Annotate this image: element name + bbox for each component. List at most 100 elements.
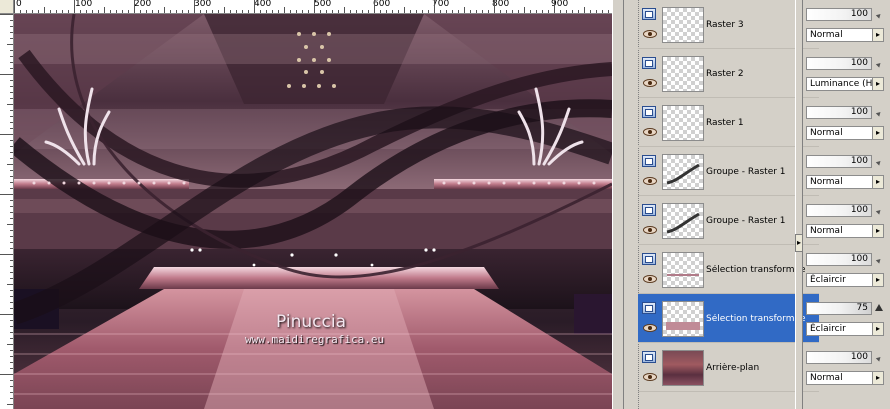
layer-row[interactable]: Sélection transformée xyxy=(638,294,819,343)
ruler-tick xyxy=(386,10,387,13)
ruler-tick xyxy=(10,242,13,243)
raster-layer-icon[interactable] xyxy=(642,106,656,118)
raster-layer-icon[interactable] xyxy=(642,253,656,265)
eye-icon[interactable] xyxy=(643,128,657,136)
layer-row[interactable]: Arrière-plan xyxy=(638,343,819,392)
ruler-label: 400 xyxy=(254,0,272,9)
ruler-tick xyxy=(170,10,171,13)
ruler-tick xyxy=(572,10,573,13)
opacity-handle-icon[interactable] xyxy=(875,12,883,19)
eye-icon[interactable] xyxy=(643,275,657,283)
image-canvas[interactable]: Pinuccia www.maidiregrafica.eu xyxy=(14,14,612,409)
opacity-slider[interactable]: 100 xyxy=(806,351,872,364)
opacity-handle-icon[interactable] xyxy=(875,257,883,264)
layer-row[interactable]: Groupe - Raster 1 xyxy=(638,147,819,196)
ruler-tick xyxy=(284,7,285,13)
ruler-tick xyxy=(10,86,13,87)
blend-mode-select[interactable]: Normal ▸ xyxy=(806,28,884,42)
blend-mode-select[interactable]: Normal ▸ xyxy=(806,175,884,189)
ruler-tick xyxy=(302,10,303,13)
ruler-tick xyxy=(10,62,13,63)
opacity-handle-icon[interactable] xyxy=(875,159,883,166)
chevron-right-icon[interactable]: ▸ xyxy=(872,274,883,286)
eye-icon[interactable] xyxy=(643,226,657,234)
ruler-tick xyxy=(596,10,597,13)
raster-layer-icon[interactable] xyxy=(642,351,656,363)
layer-row[interactable]: Sélection transformée xyxy=(638,245,819,294)
blend-mode-select[interactable]: Normal ▸ xyxy=(806,371,884,385)
raster-layer-icon[interactable] xyxy=(642,302,656,314)
opacity-slider[interactable]: 100 xyxy=(806,204,872,217)
ruler-tick xyxy=(374,0,375,13)
chevron-right-icon[interactable]: ▸ xyxy=(872,225,883,237)
opacity-slider[interactable]: 100 xyxy=(806,106,872,119)
layer-row[interactable]: Groupe - Raster 1 xyxy=(638,196,819,245)
eye-icon[interactable] xyxy=(643,79,657,87)
opacity-handle-icon[interactable] xyxy=(875,304,883,311)
ruler-tick xyxy=(494,0,495,13)
ruler-tick xyxy=(332,10,333,13)
raster-layer-icon[interactable] xyxy=(642,155,656,167)
ruler-tick xyxy=(7,344,13,345)
raster-layer-icon[interactable] xyxy=(642,8,656,20)
ruler-tick xyxy=(0,14,13,15)
opacity-value: 75 xyxy=(856,303,868,313)
chevron-right-icon[interactable]: ▸ xyxy=(872,323,883,335)
raster-layer-icon[interactable] xyxy=(642,57,656,69)
eye-icon[interactable] xyxy=(643,30,657,38)
chevron-right-icon[interactable]: ▸ xyxy=(872,127,883,139)
ruler-tick xyxy=(350,10,351,13)
chevron-right-icon[interactable]: ▸ xyxy=(872,372,883,384)
ruler-tick xyxy=(314,0,315,13)
opacity-handle-icon[interactable] xyxy=(875,110,883,117)
opacity-slider[interactable]: 100 xyxy=(806,155,872,168)
layer-row[interactable]: Raster 3 xyxy=(638,0,819,49)
layer-row[interactable]: Raster 2 xyxy=(638,49,819,98)
ruler-tick xyxy=(224,7,225,13)
blend-mode-select[interactable]: Normal ▸ xyxy=(806,126,884,140)
chevron-right-icon[interactable]: ▸ xyxy=(872,176,883,188)
vertical-ruler xyxy=(0,14,14,409)
ruler-tick xyxy=(308,10,309,13)
opacity-handle-icon[interactable] xyxy=(875,355,883,362)
blend-mode-select[interactable]: Normal ▸ xyxy=(806,224,884,238)
chevron-right-icon[interactable]: ▸ xyxy=(795,234,803,252)
ruler-tick xyxy=(62,10,63,13)
ruler-tick xyxy=(10,308,13,309)
ruler-tick xyxy=(140,10,141,13)
layer-props-row: 100 Normal ▸ xyxy=(803,196,890,245)
opacity-slider[interactable]: 100 xyxy=(806,253,872,266)
palette-splitter[interactable] xyxy=(795,0,803,409)
ruler-tick xyxy=(10,236,13,237)
ruler-tick xyxy=(476,10,477,13)
blend-mode-value: Normal xyxy=(810,128,843,138)
ruler-tick xyxy=(10,200,13,201)
layer-thumbnail xyxy=(662,203,704,239)
ruler-tick xyxy=(458,10,459,13)
opacity-handle-icon[interactable] xyxy=(875,61,883,68)
chevron-right-icon[interactable]: ▸ xyxy=(872,78,883,90)
chevron-right-icon[interactable]: ▸ xyxy=(872,29,883,41)
ruler-tick xyxy=(392,10,393,13)
eye-icon[interactable] xyxy=(643,373,657,381)
layer-row[interactable]: Raster 1 xyxy=(638,98,819,147)
blend-mode-select[interactable]: Éclaircir ▸ xyxy=(806,273,884,287)
ruler-tick xyxy=(10,362,13,363)
opacity-slider[interactable]: 100 xyxy=(806,8,872,21)
blend-mode-select[interactable]: Éclaircir ▸ xyxy=(806,322,884,336)
blend-mode-select[interactable]: Luminance (H) ▸ xyxy=(806,77,884,91)
opacity-slider[interactable]: 75 xyxy=(806,302,872,315)
ruler-tick xyxy=(10,92,13,93)
opacity-handle-icon[interactable] xyxy=(875,208,883,215)
ruler-tick xyxy=(10,152,13,153)
layer-thumbnail xyxy=(662,154,704,190)
ruler-tick xyxy=(10,398,13,399)
eye-icon[interactable] xyxy=(643,177,657,185)
ruler-tick xyxy=(176,10,177,13)
opacity-slider[interactable]: 100 xyxy=(806,57,872,70)
raster-layer-icon[interactable] xyxy=(642,204,656,216)
opacity-value: 100 xyxy=(850,9,868,19)
eye-icon[interactable] xyxy=(643,324,657,332)
ruler-tick xyxy=(530,10,531,13)
layer-thumbnail xyxy=(662,301,704,337)
